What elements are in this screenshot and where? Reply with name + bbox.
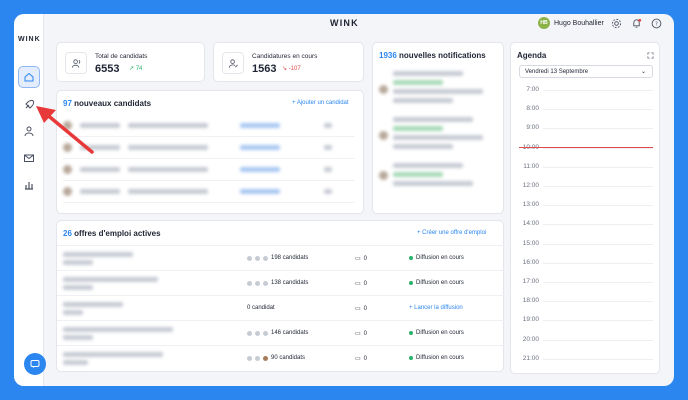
agenda-hour-line [543, 128, 653, 130]
add-candidate-link[interactable]: + Ajouter un candidat [292, 100, 349, 106]
message-icon: ▭ [355, 306, 361, 312]
user-name: Hugo Bouhallier [554, 19, 604, 27]
agenda-hour-label: 20:00 [522, 335, 539, 343]
brand-logo: WINK [330, 18, 359, 28]
status-dot [409, 356, 413, 360]
agenda-hour-line [543, 339, 653, 341]
stat-total-candidates: Total de candidats 6553 ↗ 74 [56, 42, 205, 82]
mail-icon [24, 154, 34, 162]
status-dot [409, 281, 413, 285]
agenda-hour-line [543, 243, 653, 245]
table-row[interactable]: 138 candidats ▭ 0 Diffusion en cours [57, 270, 505, 295]
sidebar-item-jobs[interactable] [18, 94, 40, 116]
agenda-hour-label: 14:00 [522, 220, 539, 228]
message-icon: ▭ [355, 356, 361, 362]
stat-label: Total de candidats [95, 53, 148, 60]
table-row[interactable]: 146 candidats ▭ 0 Diffusion en cours [57, 320, 505, 345]
agenda-hour-line [543, 166, 653, 168]
table-row[interactable]: 90 candidats ▭ 0 Diffusion en cours [57, 345, 505, 370]
agenda-hour-label: 7:00 [526, 86, 539, 93]
bell-icon[interactable] [631, 18, 642, 29]
status-dot [409, 331, 413, 335]
agenda-title: Agenda [517, 51, 547, 60]
sidebar: WINK [14, 14, 44, 386]
list-item[interactable] [63, 115, 355, 137]
agenda-hour-label: 17:00 [522, 278, 539, 285]
user-icon [24, 126, 34, 137]
new-candidates-panel: 97 nouveaux candidats + Ajouter un candi… [56, 90, 364, 214]
agenda-hour-line [543, 109, 653, 111]
stat-ongoing-applications: Candidatures en cours 1563 ↘ -107 [213, 42, 364, 82]
launch-diffusion-link[interactable]: + Lancer la diffusion [409, 305, 463, 311]
sidebar-logo: WINK [18, 36, 41, 43]
agenda-hour-line [543, 186, 653, 187]
agenda-hour-line [543, 358, 653, 360]
agenda-hour-label: 9:00 [526, 124, 539, 132]
chat-button[interactable] [24, 353, 46, 375]
table-row[interactable]: 198 candidats ▭ 0 Diffusion en cours [57, 245, 505, 270]
agenda-hour-label: 12:00 [522, 182, 539, 189]
sidebar-item-candidates[interactable] [18, 120, 40, 142]
message-icon: ▭ [355, 331, 361, 337]
list-item[interactable] [63, 159, 355, 181]
agenda-hour-line [543, 205, 653, 207]
section-title: 26 offres d'emploi actives [63, 229, 161, 238]
agenda-hour-label: 13:00 [522, 201, 539, 209]
section-title: 97 nouveaux candidats [63, 99, 152, 108]
agenda-panel: Agenda Vendredi 13 Septembre ⌄ 7:00 8:00 9:… [510, 42, 660, 374]
agenda-hour-label: 18:00 [522, 297, 539, 305]
create-job-link[interactable]: + Créer une offre d'emploi [417, 230, 486, 236]
sidebar-item-home[interactable] [18, 66, 40, 88]
bar-chart-icon [25, 182, 33, 190]
agenda-hour-label: 21:00 [522, 354, 539, 362]
top-bar: WINK HB Hugo Bouhallier ? [44, 14, 674, 34]
stat-value: 6553 [95, 63, 120, 75]
help-icon[interactable]: ? [651, 18, 662, 29]
date-select[interactable]: Vendredi 13 Septembre ⌄ [519, 65, 653, 78]
agenda-hour-line [543, 301, 653, 303]
users-icon [65, 52, 87, 74]
chat-icon [30, 360, 40, 368]
rocket-icon [25, 99, 35, 109]
stat-label: Candidatures en cours [252, 53, 318, 60]
current-time-line [519, 147, 653, 148]
agenda-hour-line [543, 282, 653, 283]
agenda-hour-line [543, 262, 653, 264]
section-title: 1936 nouvelles notifications [379, 51, 486, 60]
sidebar-item-stats[interactable] [18, 174, 40, 196]
chevron-down-icon: ⌄ [640, 69, 646, 75]
stat-delta-down: ↘ -107 [282, 66, 301, 72]
home-icon [24, 72, 34, 82]
agenda-hour-line [543, 90, 653, 91]
message-icon: ▭ [355, 256, 361, 262]
agenda-hour-label: 8:00 [526, 105, 539, 113]
gear-icon[interactable] [611, 18, 622, 29]
notifications-panel: 1936 nouvelles notifications [372, 42, 504, 214]
svg-text:?: ? [655, 22, 658, 28]
user-menu[interactable]: HB Hugo Bouhallier [538, 17, 604, 29]
expand-icon[interactable] [647, 52, 654, 59]
avatar: HB [538, 17, 550, 29]
agenda-hour-label: 19:00 [522, 316, 539, 324]
agenda-hour-label: 16:00 [522, 258, 539, 266]
notification-list[interactable] [379, 71, 497, 186]
stat-delta-up: ↗ 74 [129, 66, 143, 72]
table-row[interactable]: 0 candidat ▭ 0 + Lancer la diffusion [57, 295, 505, 320]
stat-value: 1563 [252, 63, 277, 75]
message-icon: ▭ [355, 281, 361, 287]
agenda-hour-label: 15:00 [522, 239, 539, 247]
list-item[interactable] [63, 137, 355, 159]
sidebar-item-messages[interactable] [18, 147, 40, 169]
agenda-hour-label: 11:00 [523, 162, 539, 170]
list-item[interactable] [63, 181, 355, 203]
status-dot [409, 256, 413, 260]
agenda-hour-line [543, 224, 653, 226]
active-jobs-panel: 26 offres d'emploi actives + Créer une o… [56, 220, 505, 372]
user-edit-icon [222, 52, 244, 74]
app-window: WINK WINK HB Hugo Bouhallier ? Total de … [14, 14, 674, 386]
agenda-hour-line [543, 320, 653, 322]
